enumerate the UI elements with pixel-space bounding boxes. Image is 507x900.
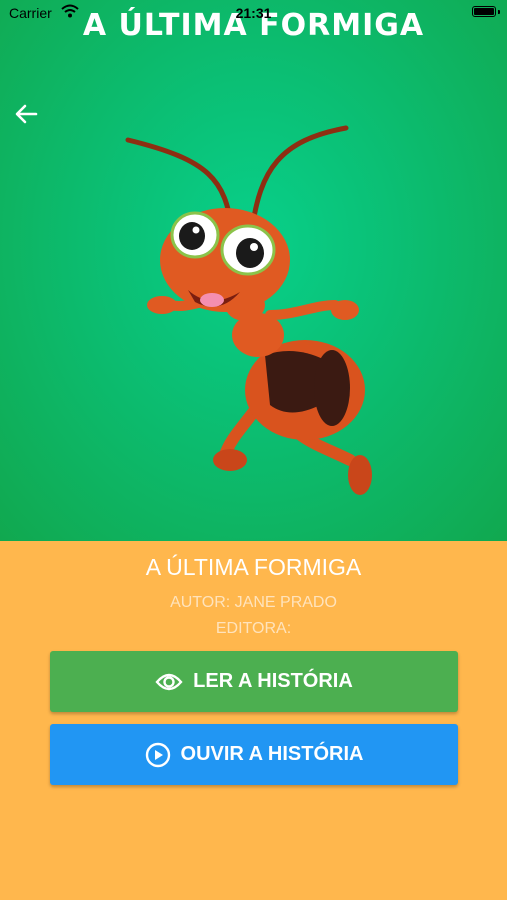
book-title: A ÚLTIMA FORMIGA [145, 554, 362, 580]
read-story-label: LER A HISTÓRIA [193, 670, 353, 692]
battery-tip [498, 10, 500, 14]
eye-icon [155, 672, 183, 692]
book-publisher: EDITORA: [215, 620, 292, 637]
listen-story-label: OUVIR A HISTÓRIA [180, 743, 364, 765]
status-bar: Carrier 21:31 [0, 0, 507, 26]
hero-cover: A ÚLTIMA FORMIGA [0, 0, 507, 541]
back-button[interactable] [12, 100, 40, 128]
status-time: 21:31 [235, 5, 272, 21]
battery-icon [472, 6, 496, 17]
book-author: AUTOR: JANE PRADO [170, 594, 337, 611]
listen-story-button[interactable]: OUVIR A HISTÓRIA [50, 724, 458, 785]
arrow-left-icon [15, 104, 38, 124]
read-story-button[interactable]: LER A HISTÓRIA [50, 651, 458, 712]
ant-illustration [125, 125, 372, 495]
play-circle-icon [145, 742, 171, 768]
